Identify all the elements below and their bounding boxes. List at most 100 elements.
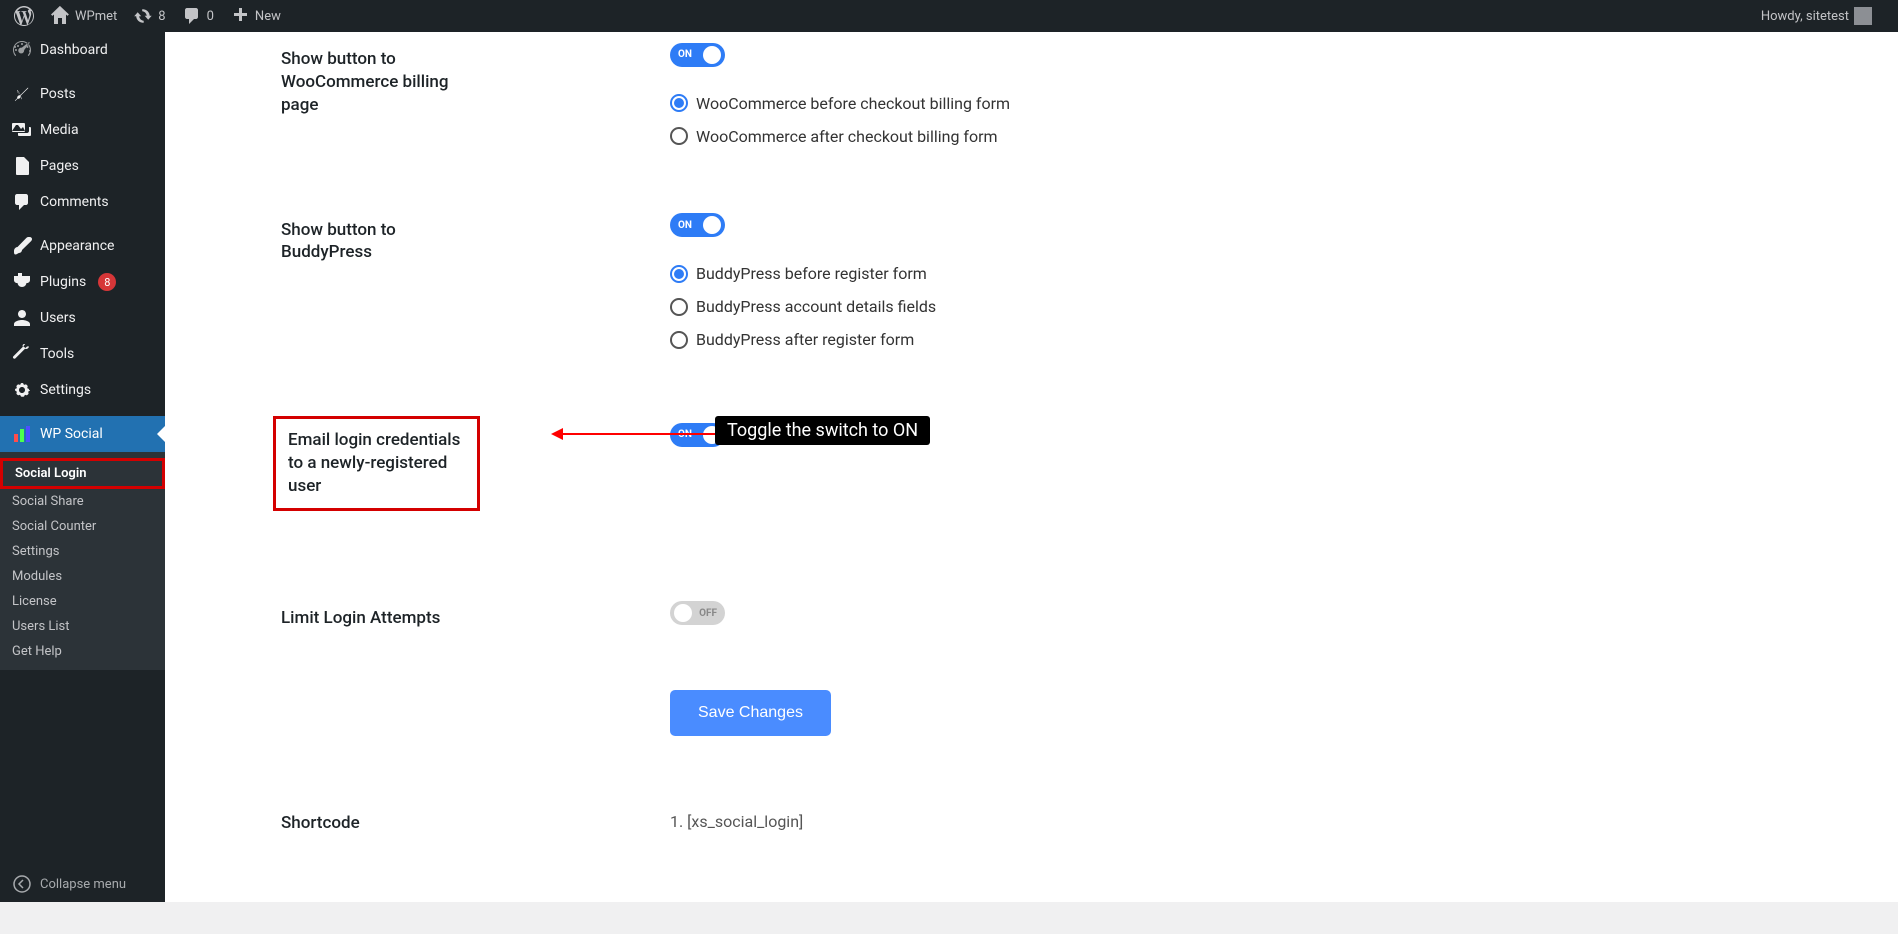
new-content-item[interactable]: New (222, 0, 289, 32)
comments-icon (12, 192, 32, 212)
menu-users[interactable]: Users (0, 300, 165, 336)
limit-toggle[interactable]: OFF (670, 601, 725, 625)
woo-radio-list: WooCommerce before checkout billing form… (670, 87, 1878, 153)
radio-icon (670, 298, 688, 316)
site-name-label: WPmet (75, 9, 117, 24)
save-button[interactable]: Save Changes (670, 690, 831, 736)
woo-radio-after[interactable]: WooCommerce after checkout billing form (670, 120, 1878, 153)
collapse-label: Collapse menu (40, 877, 126, 892)
admin-bar: WPmet 8 0 New Howdy, sitetest (0, 0, 1898, 32)
menu-label: Tools (40, 346, 74, 362)
email-highlighted-box: Email login credentials to a newly-regis… (273, 416, 480, 511)
submenu-license[interactable]: License (0, 589, 165, 614)
submenu-settings[interactable]: Settings (0, 539, 165, 564)
setting-limit-label: Limit Login Attempts (185, 601, 480, 630)
setting-bp-label: Show button to BuddyPress (185, 213, 480, 357)
setting-woo: Show button to WooCommerce billing page … (185, 32, 1878, 163)
submenu-users-list[interactable]: Users List (0, 614, 165, 639)
setting-bp-control: ON BuddyPress before register form Buddy… (480, 213, 1878, 357)
menu-dashboard[interactable]: Dashboard (0, 32, 165, 68)
submenu-modules[interactable]: Modules (0, 564, 165, 589)
bp-radio-list: BuddyPress before register form BuddyPre… (670, 257, 1878, 356)
menu-plugins[interactable]: Plugins 8 (0, 264, 165, 300)
radio-label: BuddyPress after register form (696, 330, 914, 349)
woo-toggle[interactable]: ON (670, 43, 725, 67)
submenu-social-login[interactable]: Social Login (0, 458, 165, 489)
radio-icon (670, 127, 688, 145)
menu-label: Plugins (40, 274, 86, 290)
plus-icon (230, 6, 250, 26)
wp-logo-item[interactable] (6, 0, 42, 32)
menu-appearance[interactable]: Appearance (0, 228, 165, 264)
submenu-social-counter[interactable]: Social Counter (0, 514, 165, 539)
menu-pages[interactable]: Pages (0, 148, 165, 184)
annotation-label: Toggle the switch to ON (715, 416, 930, 445)
menu-posts[interactable]: Posts (0, 76, 165, 112)
save-row: Save Changes (185, 640, 1878, 746)
bp-radio-account[interactable]: BuddyPress account details fields (670, 290, 1878, 323)
bp-radio-after[interactable]: BuddyPress after register form (670, 323, 1878, 356)
shortcode-label: Shortcode (185, 806, 480, 835)
wp-social-submenu: Social Login Social Share Social Counter… (0, 452, 165, 670)
submenu-get-help[interactable]: Get Help (0, 639, 165, 664)
bp-radio-before[interactable]: BuddyPress before register form (670, 257, 1878, 290)
toggle-text: ON (678, 220, 692, 231)
shortcode-text: 1. [xs_social_login] (670, 812, 803, 831)
plugin-icon (12, 272, 32, 292)
menu-label: WP Social (40, 426, 103, 442)
comment-icon (182, 6, 202, 26)
avatar (1854, 7, 1872, 25)
settings-section: Show button to WooCommerce billing page … (165, 32, 1898, 875)
woo-radio-before[interactable]: WooCommerce before checkout billing form (670, 87, 1878, 120)
setting-email-control: ON Toggle the switch to ON (480, 416, 1878, 511)
site-name-item[interactable]: WPmet (42, 0, 125, 32)
updates-item[interactable]: 8 (125, 0, 173, 32)
shortcode-value: 1. [xs_social_login] (480, 806, 1878, 835)
pages-icon (12, 156, 32, 176)
save-spacer (185, 650, 480, 736)
users-icon (12, 308, 32, 328)
radio-label: WooCommerce before checkout billing form (696, 94, 1010, 113)
save-control: Save Changes (480, 650, 1878, 736)
menu-settings[interactable]: Settings (0, 372, 165, 408)
email-label-text: Email login credentials to a newly-regis… (288, 430, 460, 496)
radio-icon (670, 331, 688, 349)
setting-woo-label: Show button to WooCommerce billing page (185, 42, 480, 153)
setting-buddypress: Show button to BuddyPress ON BuddyPress … (185, 203, 1878, 367)
radio-icon (670, 265, 688, 283)
radio-icon (670, 94, 688, 112)
menu-comments[interactable]: Comments (0, 184, 165, 220)
main-content: Show button to WooCommerce billing page … (165, 32, 1898, 902)
radio-label: WooCommerce after checkout billing form (696, 127, 998, 146)
radio-label: BuddyPress before register form (696, 264, 927, 283)
toggle-knob (703, 216, 721, 234)
account-item[interactable]: Howdy, sitetest (1753, 0, 1880, 32)
settings-icon (12, 380, 32, 400)
menu-tools[interactable]: Tools (0, 336, 165, 372)
menu-label: Pages (40, 158, 79, 174)
setting-limit-login: Limit Login Attempts OFF (185, 591, 1878, 640)
menu-label: Media (40, 122, 79, 138)
setting-limit-control: OFF (480, 601, 1878, 630)
bp-toggle[interactable]: ON (670, 213, 725, 237)
setting-email-label-wrap: Email login credentials to a newly-regis… (185, 416, 480, 511)
menu-label: Appearance (40, 238, 114, 254)
submenu-social-share[interactable]: Social Share (0, 489, 165, 514)
menu-label: Comments (40, 194, 109, 210)
pin-icon (12, 84, 32, 104)
toggle-knob (674, 604, 692, 622)
toggle-knob (703, 46, 721, 64)
admin-bar-right: Howdy, sitetest (1753, 0, 1892, 32)
toggle-text: OFF (699, 608, 717, 619)
menu-label: Dashboard (40, 42, 108, 58)
updates-count: 8 (158, 9, 165, 24)
wp-social-icon (12, 424, 32, 444)
wordpress-icon (14, 6, 34, 26)
menu-media[interactable]: Media (0, 112, 165, 148)
menu-wp-social[interactable]: WP Social (0, 416, 165, 452)
collapse-menu[interactable]: Collapse menu (0, 866, 165, 902)
setting-woo-control: ON WooCommerce before checkout billing f… (480, 42, 1878, 153)
brush-icon (12, 236, 32, 256)
toggle-text: ON (678, 49, 692, 60)
comments-item[interactable]: 0 (174, 0, 222, 32)
